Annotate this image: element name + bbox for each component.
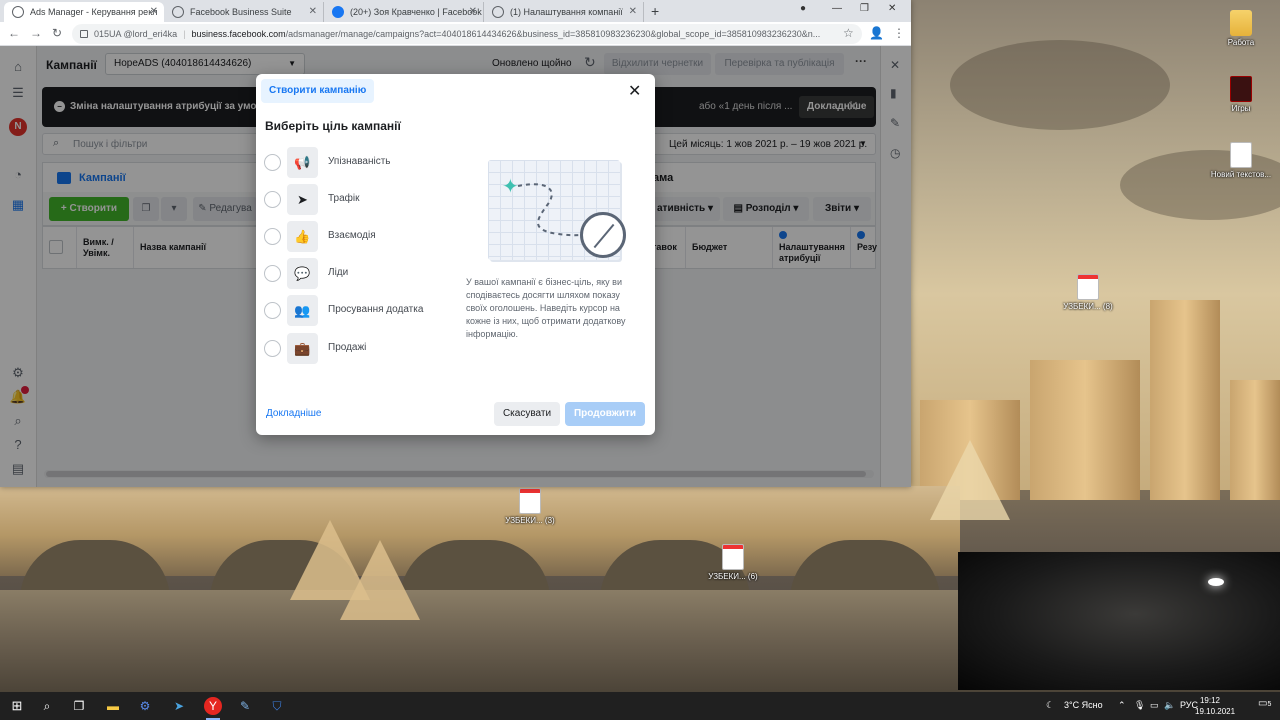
reload-icon[interactable]: ↻: [52, 26, 62, 40]
chat-bubbles-icon: 💬: [287, 258, 318, 289]
dialog-title: Виберіть ціль кампанії: [265, 119, 401, 133]
wallpaper-cloud: [950, 40, 1170, 130]
desktop-icon-file[interactable]: УЗБЕКИ... (8): [1053, 274, 1123, 312]
url-separator: |: [183, 29, 186, 39]
volume-icon[interactable]: 🔈: [1164, 700, 1175, 711]
browser-tab-strip: Ads Manager - Керування рекл ✕ Facebook …: [0, 0, 911, 22]
close-icon[interactable]: ✕: [150, 2, 158, 22]
tab-favicon-icon: [172, 6, 184, 18]
wallpaper-sail: [340, 540, 420, 620]
document-icon: [519, 488, 541, 514]
objective-radio[interactable]: [264, 228, 281, 245]
forward-icon[interactable]: →: [30, 26, 42, 40]
maximize-icon[interactable]: ❐: [860, 3, 869, 14]
cancel-button[interactable]: Скасувати: [494, 402, 560, 426]
windows-start-icon[interactable]: ⊞: [8, 697, 26, 715]
chevron-up-icon[interactable]: ⌃: [1118, 700, 1126, 711]
facebook-favicon-icon: [332, 6, 344, 18]
desktop-icon-file[interactable]: УЗБЕКИ... (6): [698, 544, 768, 582]
objective-radio[interactable]: [264, 265, 281, 282]
objective-radio[interactable]: [264, 302, 281, 319]
people-icon: 👥: [287, 295, 318, 326]
sparkle-icon: ✦: [502, 176, 519, 198]
new-tab-button[interactable]: +: [651, 2, 659, 20]
document-icon: [1077, 274, 1099, 300]
continue-button[interactable]: Продовжити: [565, 402, 645, 426]
file-explorer-icon[interactable]: ▬: [104, 697, 122, 715]
megaphone-icon: 📢: [287, 147, 318, 178]
close-icon[interactable]: ✕: [628, 81, 641, 101]
objective-leads[interactable]: 💬 Ліди: [264, 258, 444, 290]
desktop-icon-games[interactable]: Игры: [1206, 76, 1276, 114]
desktop-icon-file[interactable]: УЗБЕКИ... (3): [495, 488, 565, 526]
wallpaper-tower: [1150, 300, 1220, 500]
minimize-icon[interactable]: —: [832, 3, 842, 14]
close-icon[interactable]: ✕: [629, 2, 637, 22]
wallpaper-building: [1230, 380, 1280, 500]
browser-tab-ads-manager[interactable]: Ads Manager - Керування рекл ✕: [4, 2, 164, 22]
document-icon: [722, 544, 744, 570]
objective-radio[interactable]: [264, 154, 281, 171]
telegram-icon[interactable]: ➤: [170, 697, 188, 715]
map-compass-illustration: ✦: [488, 160, 633, 270]
network-icon[interactable]: ▭: [1150, 700, 1159, 711]
search-icon[interactable]: ⌕: [38, 697, 56, 715]
back-icon[interactable]: ←: [8, 26, 20, 40]
windows-taskbar: ⊞ ⌕ ❐ ▬ ⚙ ➤ Y ✎ ⛉ ☾ 3°C Ясно ⌃ 🎙 ▭ 🔈 РУС…: [0, 692, 1280, 720]
wallpaper-building: [1030, 360, 1140, 500]
objective-awareness[interactable]: 📢 Упізнаваність: [264, 147, 444, 179]
objective-traffic[interactable]: ➤ Трафік: [264, 184, 444, 216]
weather-widget[interactable]: 3°C Ясно: [1064, 700, 1103, 710]
browser-tab-company-settings[interactable]: (1) Налаштування компанії ✕: [484, 2, 644, 22]
taskbar-clock[interactable]: 19:12 19.10.2021: [1195, 695, 1235, 717]
objective-app-promotion[interactable]: 👥 Просування додатка: [264, 295, 444, 327]
url-field[interactable]: 015UA @lord_eri4ka | business.facebook.com…: [72, 24, 862, 44]
document-icon: [1230, 142, 1252, 168]
tab-favicon-icon: [492, 6, 504, 18]
browser-tab-business-suite[interactable]: Facebook Business Suite ✕: [164, 2, 324, 22]
tab-search-icon[interactable]: ●: [800, 3, 806, 14]
game-icon: [1230, 76, 1252, 102]
objective-description: У вашої кампанії є бізнес-ціль, яку ви с…: [466, 277, 626, 339]
tab-favicon-icon: [12, 6, 24, 18]
browser-tab-facebook-profile[interactable]: (20+) Зоя Кравченко | Facebook ✕: [324, 2, 484, 22]
objective-sales[interactable]: 💼 Продажі: [264, 333, 444, 365]
notification-center-icon[interactable]: ▭5: [1258, 698, 1271, 709]
close-icon[interactable]: ✕: [309, 2, 317, 22]
learn-more-link[interactable]: Докладніше: [266, 408, 322, 419]
dialog-tab-create-campaign[interactable]: Створити кампанію: [261, 79, 375, 103]
lock-icon: [80, 30, 88, 38]
microphone-icon[interactable]: 🎙: [1134, 700, 1145, 711]
yandex-browser-icon[interactable]: Y: [204, 697, 222, 720]
briefcase-icon: 💼: [287, 333, 318, 364]
folder-icon: [1230, 10, 1252, 36]
profile-icon[interactable]: 👤: [869, 26, 884, 40]
notes-app-icon[interactable]: ✎: [236, 697, 254, 715]
address-bar: ← → ↻ 015UA @lord_eri4ka | business.facebo…: [0, 22, 911, 46]
objective-engagement[interactable]: 👍 Взаємодія: [264, 221, 444, 253]
objective-radio[interactable]: [264, 191, 281, 208]
close-window-icon[interactable]: ✕: [888, 3, 896, 14]
cursor-icon: ➤: [287, 184, 318, 215]
task-view-icon[interactable]: ❐: [70, 697, 88, 715]
weather-moon-icon: ☾: [1046, 700, 1055, 710]
wallpaper-sail: [930, 440, 1010, 520]
compass-icon: [580, 212, 626, 258]
thumbs-up-icon: 👍: [287, 221, 318, 252]
create-campaign-dialog: Створити кампанію ✕ Виберіть ціль кампан…: [256, 74, 655, 435]
app-icon[interactable]: ⚙: [136, 697, 154, 715]
video-thumbnail[interactable]: [958, 552, 1280, 690]
desktop-icon-text-file[interactable]: Новий текстов...: [1206, 142, 1276, 180]
menu-dots-icon[interactable]: ⋮: [893, 26, 905, 40]
close-icon[interactable]: ✕: [469, 2, 477, 22]
bookmark-star-icon[interactable]: ☆: [843, 26, 854, 40]
vpn-shield-icon[interactable]: ⛉: [268, 697, 286, 715]
desktop-icon-folder[interactable]: Работа: [1206, 10, 1276, 48]
video-light-spot: [1208, 578, 1224, 586]
objective-radio[interactable]: [264, 340, 281, 357]
